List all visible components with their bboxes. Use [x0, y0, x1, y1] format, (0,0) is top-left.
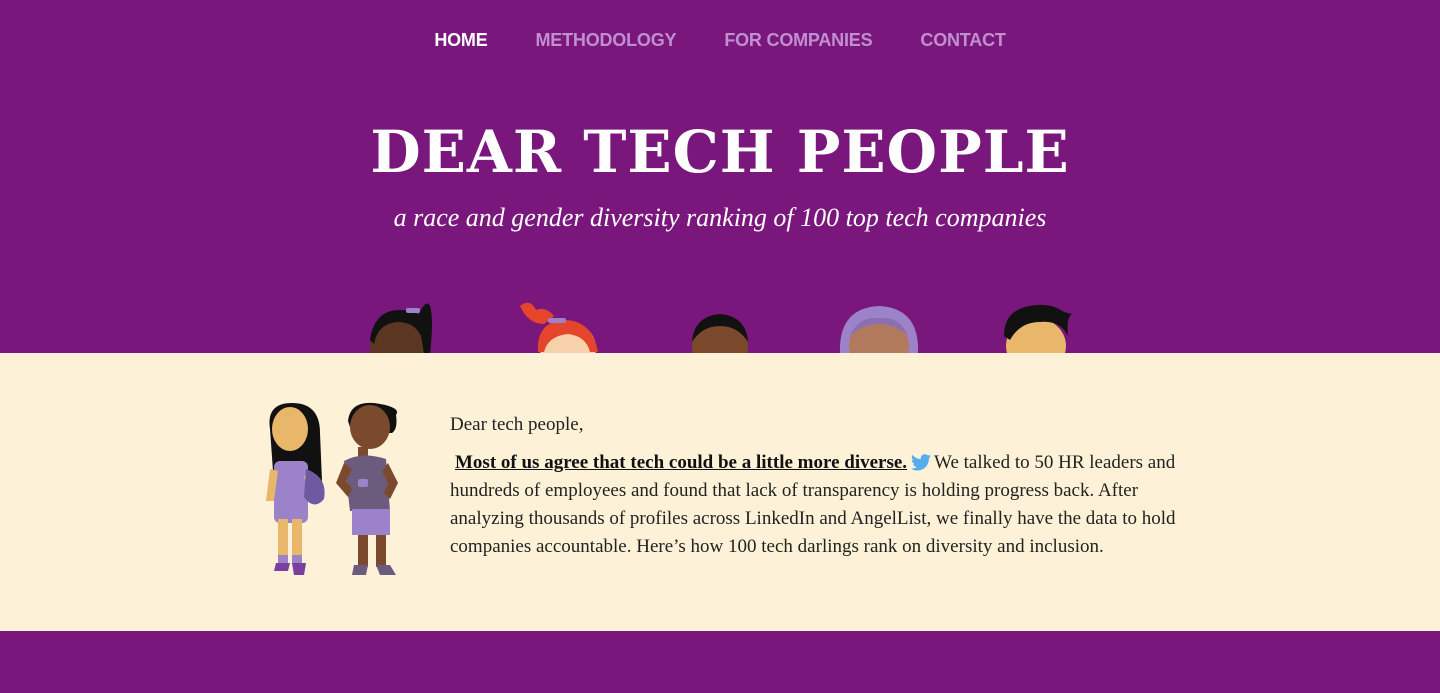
main-nav: HOME METHODOLOGY FOR COMPANIES CONTACT	[0, 30, 1440, 51]
twitter-bird-icon[interactable]	[911, 454, 932, 471]
head-ponytail-illustration	[370, 303, 432, 354]
peeking-heads-illustration	[0, 296, 1440, 354]
head-spiky-hair-illustration	[1004, 304, 1072, 354]
hero-title: DEAR TECH PEOPLE	[370, 118, 1070, 186]
nav-home-link[interactable]: HOME	[434, 30, 487, 51]
head-red-hair-illustration	[520, 302, 598, 354]
head-hijab-illustration	[839, 306, 919, 354]
nav-for-companies-link[interactable]: FOR COMPANIES	[724, 30, 872, 51]
head-short-hair-illustration	[692, 314, 748, 354]
hero-subtitle: a race and gender diversity ranking of 1…	[393, 203, 1047, 232]
intro-letter-section: Dear tech people, Most of us agree that …	[0, 353, 1440, 631]
tweetable-quote-link[interactable]: Most of us agree that tech could be a li…	[455, 452, 907, 473]
nav-methodology-link[interactable]: METHODOLOGY	[536, 30, 677, 51]
nav-contact-link[interactable]: CONTACT	[920, 30, 1005, 51]
letter-greeting: Dear tech people,	[450, 414, 584, 435]
letter-text: Dear tech people, Most of us agree that …	[450, 411, 1210, 561]
footer-band	[0, 631, 1440, 693]
letter-paragraph: Most of us agree that tech could be a li…	[450, 449, 1210, 561]
kids-illustration	[266, 402, 398, 575]
